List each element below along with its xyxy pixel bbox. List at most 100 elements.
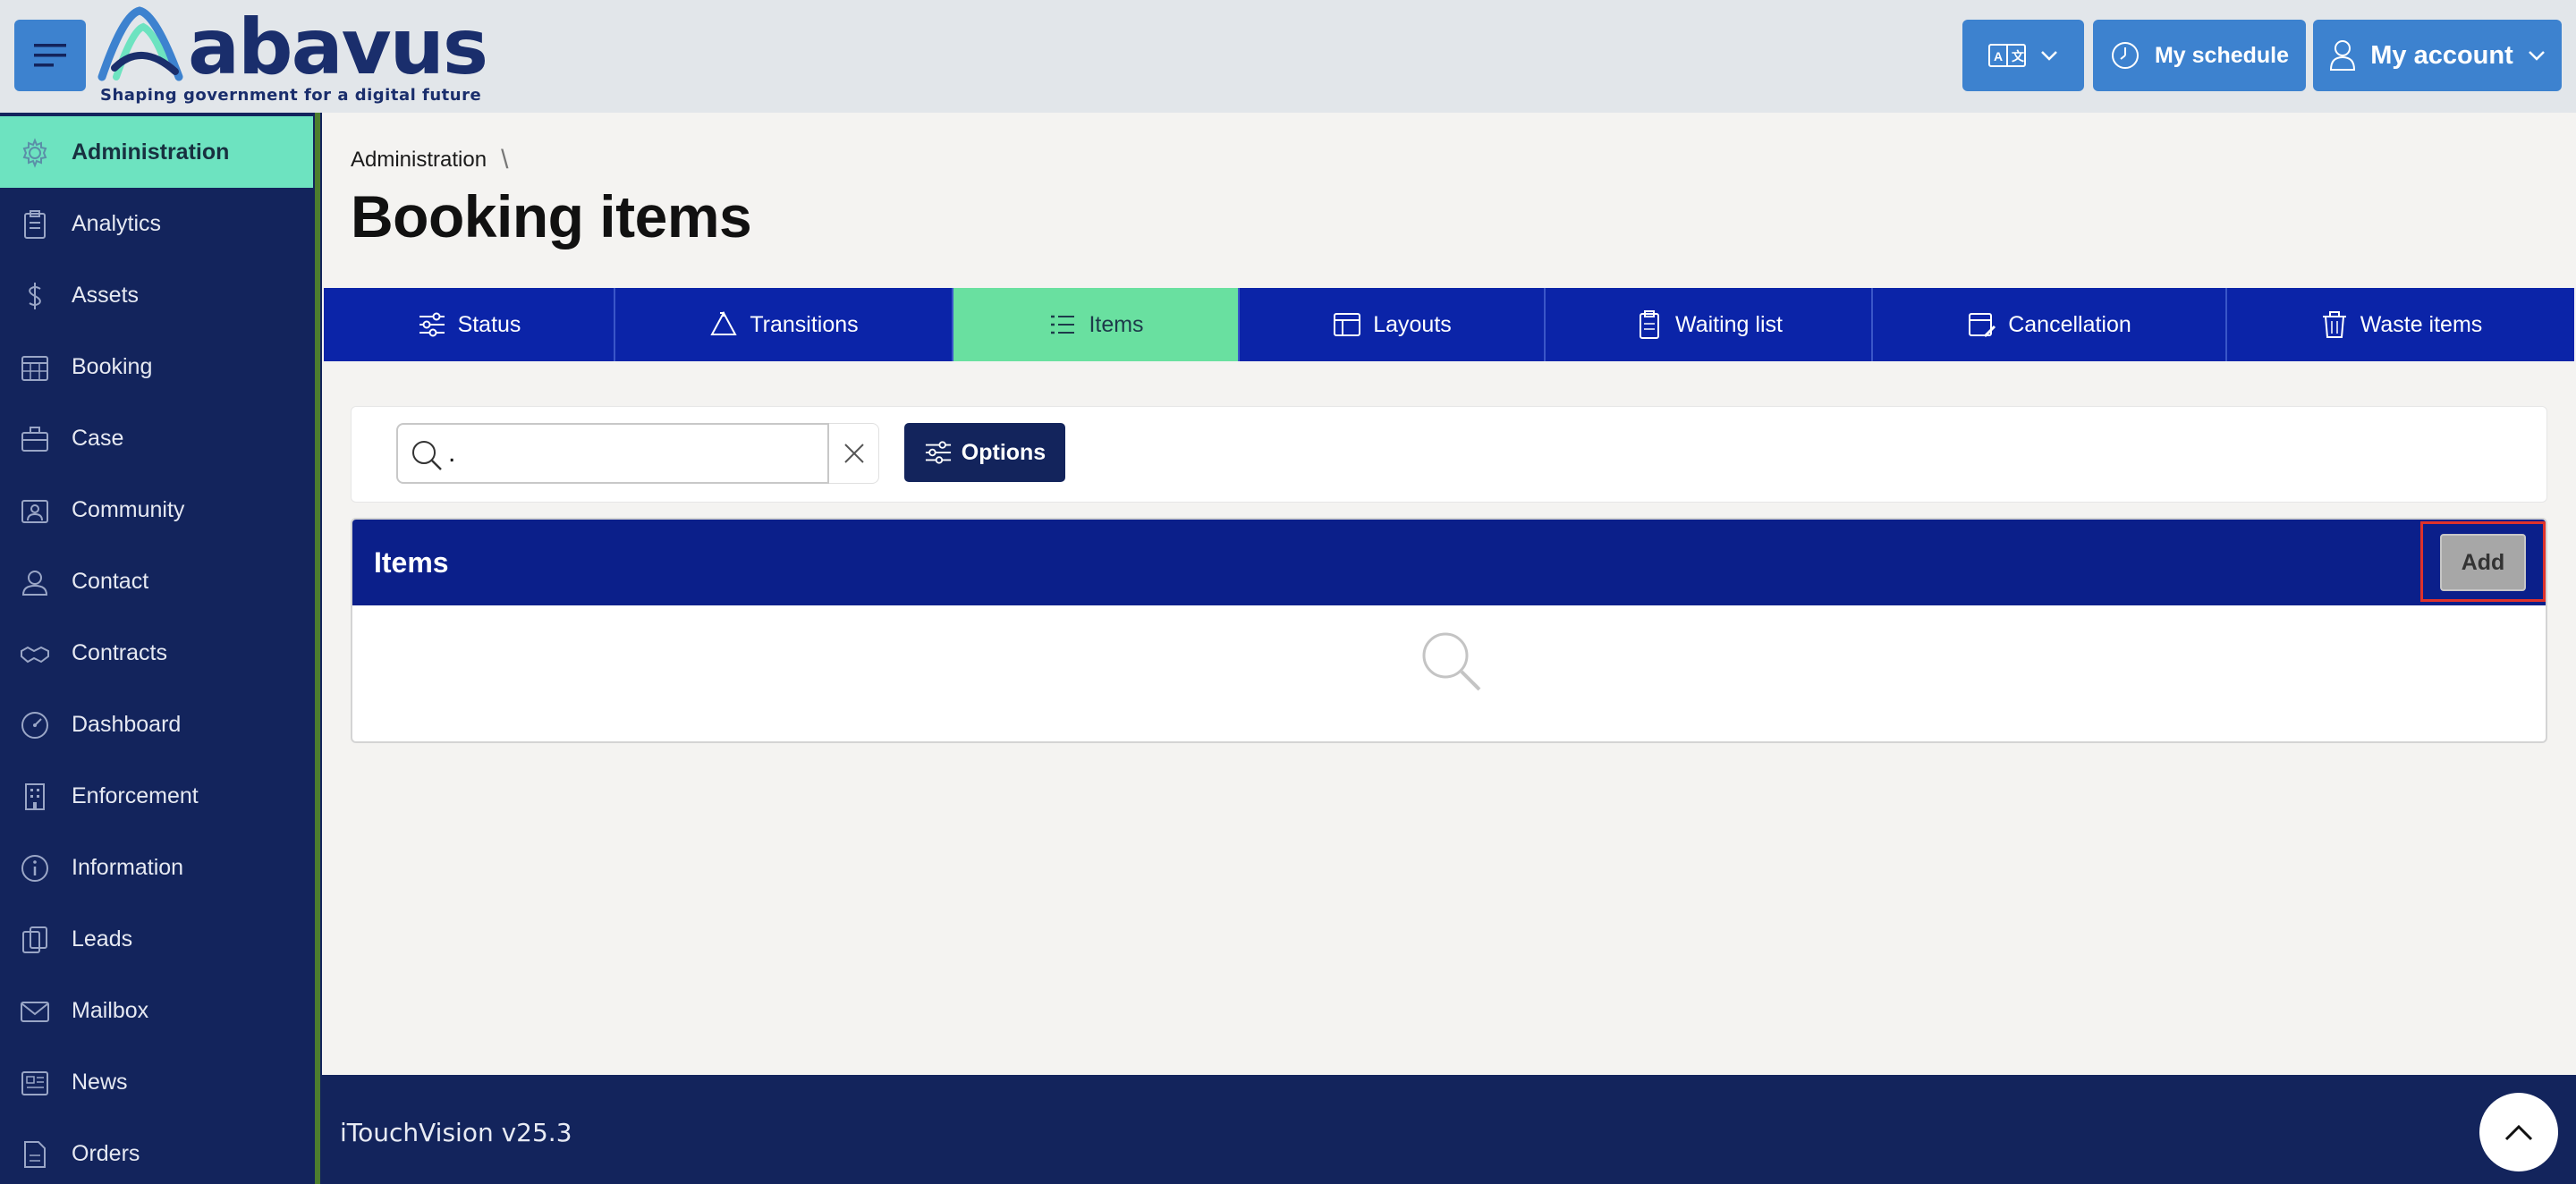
sidebar-item-case[interactable]: Case: [0, 402, 313, 474]
sidebar-item-contact[interactable]: Contact: [0, 545, 313, 617]
tab-cancellation[interactable]: Cancellation: [1873, 288, 2227, 361]
sidebar-item-label: Enforcement: [72, 783, 199, 808]
sliders-icon: [419, 312, 445, 337]
clear-search-button[interactable]: [829, 423, 879, 484]
sidebar-item-label: Contracts: [72, 640, 167, 665]
gauge-icon: [21, 712, 48, 739]
tab-status[interactable]: Status: [324, 288, 615, 361]
hamburger-icon: [34, 44, 66, 67]
list-icon: [1051, 315, 1075, 334]
sidebar-item-leads[interactable]: Leads: [0, 903, 313, 975]
clock-icon: [2111, 42, 2139, 69]
dollar-icon: [29, 283, 41, 309]
search-icon: [1422, 632, 1481, 691]
sidebar-item-label: Dashboard: [72, 712, 182, 737]
logo-tagline: Shaping government for a digital future: [100, 86, 482, 105]
search-icon: [412, 441, 442, 470]
sliders-icon: [925, 441, 951, 464]
person-badge-icon: [21, 571, 48, 596]
options-button[interactable]: Options: [904, 423, 1065, 482]
recycle-icon: [710, 310, 738, 335]
filter-toolbar: Options: [351, 406, 2547, 503]
tab-label: Status: [457, 311, 521, 337]
sidebar-item-label: Analytics: [72, 211, 162, 236]
scroll-to-top-button[interactable]: [2479, 1093, 2558, 1171]
svg-text:A: A: [1994, 49, 2003, 63]
tab-layouts[interactable]: Layouts: [1240, 288, 1546, 361]
layout-icon: [1334, 313, 1361, 336]
calendar-grid-icon: [21, 356, 48, 381]
add-button[interactable]: Add: [2440, 534, 2526, 591]
calendar-edit-icon: [1969, 313, 1996, 338]
panel-title: Items: [374, 546, 449, 579]
sidebar-item-label: Administration: [72, 140, 230, 165]
tab-label: Items: [1089, 311, 1144, 337]
search-input[interactable]: [448, 432, 815, 475]
sidebar-item-assets[interactable]: Assets: [0, 259, 313, 331]
tab-items[interactable]: Items: [953, 288, 1240, 361]
clipboard-icon: [24, 210, 46, 239]
sidebar-item-label: Orders: [72, 1141, 140, 1166]
envelope-icon: [21, 1002, 49, 1022]
chevron-down-icon: [2041, 51, 2057, 61]
my-account-button[interactable]: My account: [2313, 20, 2562, 91]
tab-label: Waiting list: [1675, 311, 1783, 337]
trash-icon: [2322, 311, 2346, 338]
info-icon: [21, 855, 48, 882]
top-header: abavus Shaping government for a digital …: [0, 0, 2576, 113]
my-schedule-label: My schedule: [2154, 42, 2290, 68]
close-icon: [843, 444, 864, 463]
sidebar-item-administration[interactable]: Administration: [0, 116, 313, 188]
tab-label: Transitions: [750, 311, 859, 337]
tab-waiting-list[interactable]: Waiting list: [1546, 288, 1873, 361]
chevron-up-icon: [2504, 1124, 2533, 1141]
newspaper-icon: [21, 1071, 48, 1095]
briefcase-icon: [21, 427, 48, 452]
sidebar-item-label: Booking: [72, 354, 153, 379]
logo-wordmark: abavus: [188, 3, 488, 92]
clipboard-icon: [1640, 310, 1660, 339]
tab-transitions[interactable]: Transitions: [615, 288, 953, 361]
search-box[interactable]: [396, 423, 829, 484]
my-account-label: My account: [2370, 40, 2513, 70]
sidebar-item-dashboard[interactable]: Dashboard: [0, 689, 313, 760]
items-panel: Items Add: [351, 518, 2547, 743]
sidebar-item-news[interactable]: News: [0, 1046, 313, 1118]
sidebar-item-contracts[interactable]: Contracts: [0, 617, 313, 689]
tab-label: Waste items: [2360, 311, 2483, 337]
tab-label: Layouts: [1373, 311, 1452, 337]
abavus-logo[interactable]: abavus Shaping government for a digital …: [97, 5, 488, 107]
chevron-down-icon: [2528, 51, 2545, 61]
sidebar-item-label: Information: [72, 855, 184, 880]
building-icon: [25, 783, 45, 810]
sidebar-item-label: Community: [72, 497, 185, 522]
app-version: iTouchVision v25.3: [340, 1118, 572, 1147]
breadcrumb-separator: \: [501, 145, 509, 174]
document-icon: [24, 1141, 46, 1168]
sidebar-item-label: Mailbox: [72, 998, 149, 1023]
handshake-icon: [21, 646, 49, 664]
my-schedule-button[interactable]: My schedule: [2093, 20, 2306, 91]
gear-icon: [22, 138, 47, 168]
svg-text:文: 文: [2012, 49, 2025, 63]
user-icon: [2330, 40, 2356, 71]
breadcrumb: Administration \: [351, 145, 508, 175]
tab-waste-items[interactable]: Waste items: [2227, 288, 2574, 361]
sidebar-item-community[interactable]: Community: [0, 474, 313, 545]
sidebar-scrollbar[interactable]: [315, 113, 320, 1184]
sidebar-item-mailbox[interactable]: Mailbox: [0, 975, 313, 1046]
sidebar-item-analytics[interactable]: Analytics: [0, 188, 313, 259]
translate-icon: A 文: [1988, 44, 2026, 67]
sidebar-item-orders[interactable]: Orders: [0, 1118, 313, 1184]
sidebar-item-booking[interactable]: Booking: [0, 331, 313, 402]
menu-toggle-button[interactable]: [14, 20, 86, 91]
sidebar-item-enforcement[interactable]: Enforcement: [0, 760, 313, 832]
language-selector-button[interactable]: A 文: [1962, 20, 2084, 91]
copy-icon: [22, 926, 47, 953]
sidebar-item-information[interactable]: Information: [0, 832, 313, 903]
sidebar-nav: Administration Analytics Assets Booking: [0, 113, 322, 1184]
breadcrumb-root-link[interactable]: Administration: [351, 148, 487, 173]
sidebar-item-label: Assets: [72, 283, 140, 308]
sidebar-item-label: Contact: [72, 569, 149, 594]
items-panel-header: Items Add: [352, 520, 2546, 605]
